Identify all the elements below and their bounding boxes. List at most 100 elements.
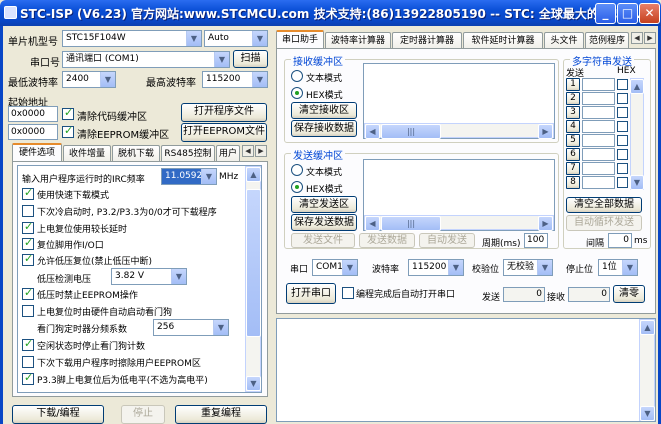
- auto-send-button[interactable]: 自动发送: [419, 233, 475, 248]
- multi-send-row-button[interactable]: 7: [566, 162, 580, 175]
- send-textarea[interactable]: ◀ ||| ▶: [363, 159, 555, 231]
- save-receive-button[interactable]: 保存接收数据: [291, 120, 357, 137]
- multi-send-row-button[interactable]: 5: [566, 134, 580, 147]
- scroll-thumb[interactable]: [246, 189, 261, 337]
- tab-baud-calculator[interactable]: 波特率计算器: [325, 32, 391, 49]
- send-text-mode-radio[interactable]: [291, 164, 303, 176]
- multi-send-row-input[interactable]: [582, 120, 615, 133]
- multi-send-row-hex-checkbox[interactable]: [617, 79, 628, 90]
- multi-send-row-input[interactable]: [582, 78, 615, 91]
- multi-send-row-button[interactable]: 8: [566, 176, 580, 189]
- min-baud-select[interactable]: 2400 ▼: [62, 71, 116, 88]
- period-input[interactable]: 100: [524, 233, 548, 248]
- options-scrollbar[interactable]: ▲ ▼: [245, 166, 261, 392]
- multi-send-row-button[interactable]: 2: [566, 92, 580, 105]
- tab-examples[interactable]: 范例程序: [585, 32, 629, 49]
- multi-send-row-input[interactable]: [582, 106, 615, 119]
- multi-send-row-button[interactable]: 6: [566, 148, 580, 161]
- scroll-down-icon[interactable]: ▼: [630, 175, 644, 190]
- repeat-program-button[interactable]: 重复编程: [175, 405, 267, 424]
- irc-freq-select[interactable]: 11.0592 ▼: [161, 168, 217, 185]
- wdt-select[interactable]: 256 ▼: [153, 319, 229, 336]
- send-hex-mode-radio[interactable]: [291, 181, 303, 193]
- clear-code-checkbox[interactable]: [62, 106, 74, 120]
- send-hscrollbar[interactable]: ◀ ||| ▶: [364, 215, 554, 231]
- clear-all-data-button[interactable]: 清空全部数据: [566, 197, 642, 213]
- cold-start-checkbox[interactable]: [22, 205, 34, 217]
- close-button[interactable]: ✕: [639, 3, 660, 24]
- stop-button[interactable]: 停止: [121, 405, 165, 424]
- minimize-button[interactable]: _: [595, 3, 616, 24]
- serial-port-select[interactable]: COM1 ▼: [312, 259, 358, 276]
- output-log[interactable]: ▲ ▼: [276, 318, 656, 422]
- scan-button[interactable]: 扫描: [233, 50, 268, 68]
- parity-select[interactable]: 无校验 ▼: [503, 259, 553, 276]
- clear-send-button[interactable]: 清空发送区: [291, 196, 357, 213]
- tab-header-file[interactable]: 头文件: [544, 32, 584, 49]
- multi-send-row-hex-checkbox[interactable]: [617, 121, 628, 132]
- tab-right-arrow-icon[interactable]: ▶: [644, 32, 656, 44]
- tab-user[interactable]: 用户: [216, 145, 240, 162]
- scroll-up-icon[interactable]: ▲: [630, 79, 644, 94]
- scroll-up-icon[interactable]: ▲: [246, 167, 261, 182]
- erase-eeprom-checkbox[interactable]: [22, 356, 34, 368]
- multi-send-row-input[interactable]: [582, 176, 615, 189]
- port-select[interactable]: 通讯端口 (COM1) ▼: [62, 51, 230, 68]
- scroll-thumb[interactable]: |||: [381, 124, 441, 139]
- scroll-up-icon[interactable]: ▲: [640, 320, 655, 335]
- tab-left-arrow-icon[interactable]: ◀: [631, 32, 643, 44]
- lv-detect-select[interactable]: 3.82 V ▼: [111, 268, 187, 285]
- multi-send-row-input[interactable]: [582, 162, 615, 175]
- open-port-button[interactable]: 打开串口: [286, 283, 336, 304]
- tab-delay-calculator[interactable]: 软件延时计算器: [463, 32, 543, 49]
- multi-send-row-hex-checkbox[interactable]: [617, 177, 628, 188]
- tab-offline-download[interactable]: 脱机下载: [112, 145, 160, 162]
- clear-eeprom-checkbox[interactable]: [62, 124, 74, 138]
- stop-bit-select[interactable]: 1位 ▼: [598, 259, 638, 276]
- multi-send-row-hex-checkbox[interactable]: [617, 135, 628, 146]
- tab-hardware-options[interactable]: 硬件选项: [12, 143, 62, 162]
- recv-hscrollbar[interactable]: ◀ ||| ▶: [364, 123, 554, 139]
- multi-scrollbar[interactable]: ▲ ▼: [630, 78, 644, 190]
- auto-select[interactable]: Auto ▼: [204, 30, 268, 47]
- multi-send-row-hex-checkbox[interactable]: [617, 107, 628, 118]
- send-file-button[interactable]: 发送文件: [291, 233, 355, 248]
- multi-send-row-hex-checkbox[interactable]: [617, 93, 628, 104]
- tab-rs485[interactable]: RS485控制: [161, 145, 215, 162]
- auto-cycle-send-button[interactable]: 自动循环发送: [566, 215, 642, 231]
- code-addr-input[interactable]: 0x0000: [8, 106, 58, 122]
- tab-timer-calculator[interactable]: 定时器计算器: [392, 32, 462, 49]
- long-delay-checkbox[interactable]: [22, 220, 34, 234]
- scroll-right-icon[interactable]: ▶: [538, 124, 553, 139]
- lv-eeprom-checkbox[interactable]: [22, 286, 34, 300]
- receive-textarea[interactable]: ◀ ||| ▶: [363, 63, 555, 139]
- multi-send-row-input[interactable]: [582, 134, 615, 147]
- reset-io-checkbox[interactable]: [22, 236, 34, 250]
- tab-left-arrow-icon[interactable]: ◀: [242, 145, 254, 157]
- scroll-down-icon[interactable]: ▼: [640, 406, 655, 421]
- mcu-select[interactable]: STC15F104W ▼: [62, 30, 202, 47]
- scroll-left-icon[interactable]: ◀: [365, 216, 380, 231]
- auto-watchdog-checkbox[interactable]: [22, 305, 34, 317]
- multi-send-row-button[interactable]: 3: [566, 106, 580, 119]
- open-eeprom-button[interactable]: 打开EEPROM文件: [181, 123, 267, 142]
- multi-send-row-button[interactable]: 1: [566, 78, 580, 91]
- recv-hex-mode-radio[interactable]: [291, 87, 303, 99]
- multi-send-row-button[interactable]: 4: [566, 120, 580, 133]
- clear-receive-button[interactable]: 清空接收区: [291, 102, 357, 119]
- interval-input[interactable]: 0: [608, 233, 632, 248]
- send-data-button[interactable]: 发送数据: [359, 233, 415, 248]
- log-scrollbar[interactable]: ▲ ▼: [639, 319, 655, 421]
- save-send-button[interactable]: 保存发送数据: [291, 214, 357, 231]
- scroll-down-icon[interactable]: ▼: [246, 376, 261, 391]
- max-baud-select[interactable]: 115200 ▼: [202, 71, 268, 88]
- recv-text-mode-radio[interactable]: [291, 70, 303, 82]
- p33-low-checkbox[interactable]: [22, 371, 34, 385]
- multi-send-row-hex-checkbox[interactable]: [617, 163, 628, 174]
- download-button[interactable]: 下载/编程: [12, 405, 104, 424]
- multi-send-row-input[interactable]: [582, 148, 615, 161]
- tab-right-arrow-icon[interactable]: ▶: [255, 145, 267, 157]
- multi-send-row-hex-checkbox[interactable]: [617, 149, 628, 160]
- scroll-left-icon[interactable]: ◀: [365, 124, 380, 139]
- eeprom-addr-input[interactable]: 0x0000: [8, 124, 58, 140]
